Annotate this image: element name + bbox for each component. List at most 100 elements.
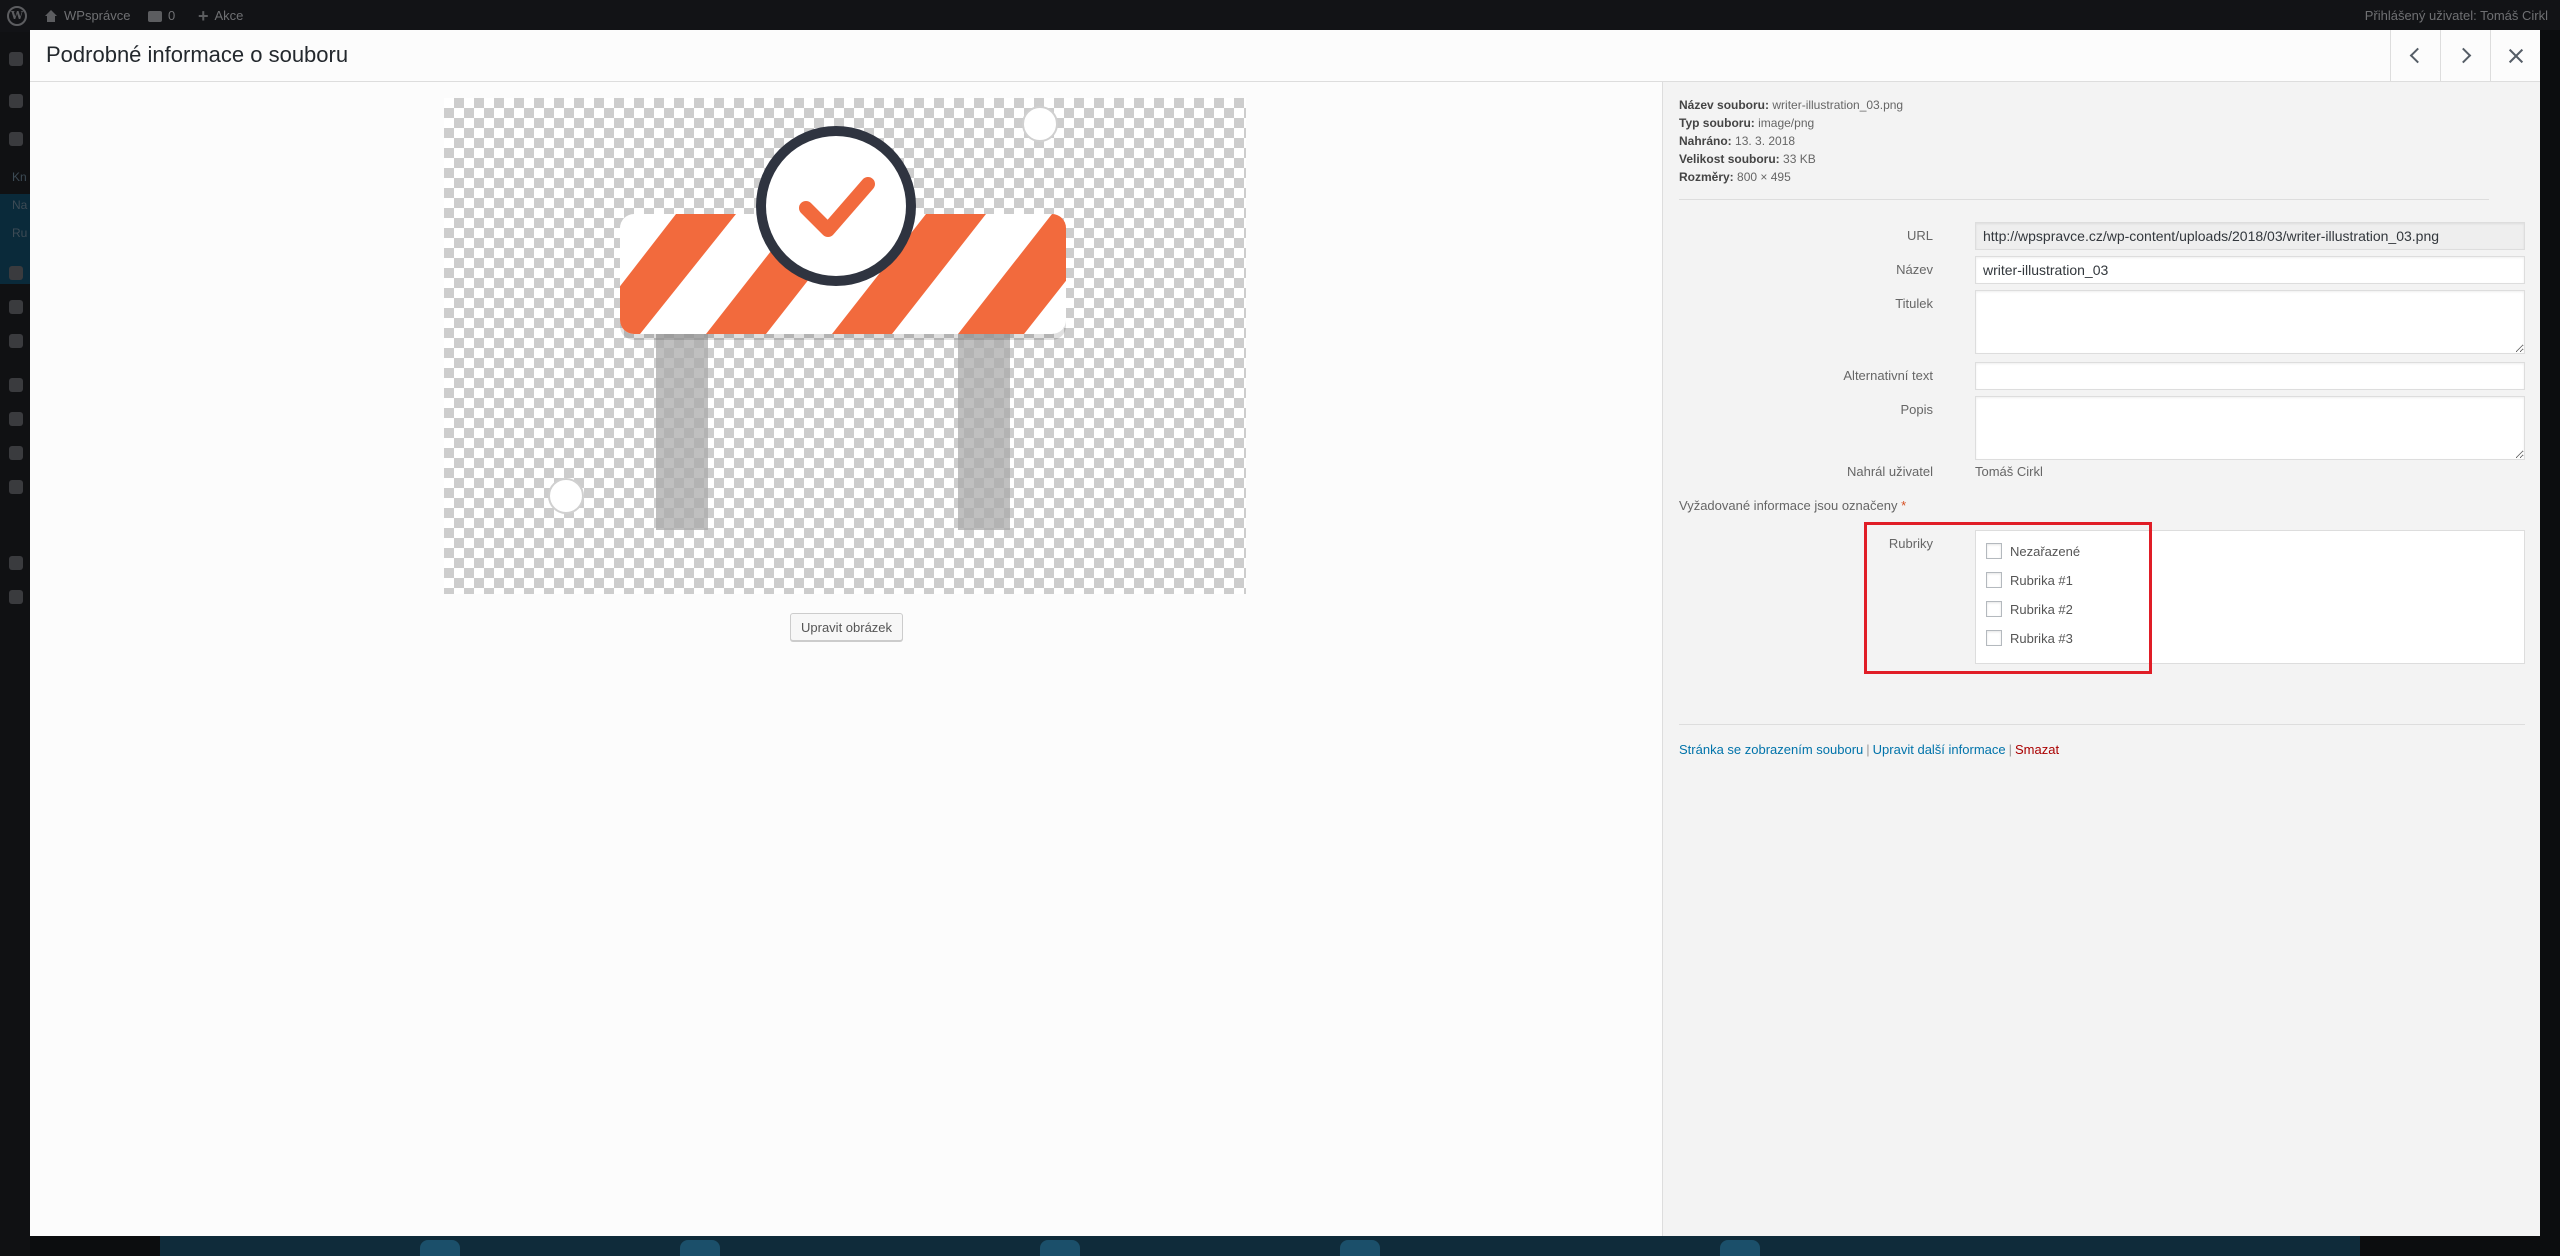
uploaded-date-value: 13. 3. 2018 — [1735, 134, 1796, 148]
url-label: URL — [1906, 228, 1933, 243]
site-name-link[interactable]: WPsprávce — [44, 0, 130, 32]
separator: | — [1866, 742, 1870, 757]
pages-icon[interactable] — [9, 266, 23, 280]
uploaded-by-value: Tomáš Cirkl — [1975, 464, 2043, 479]
new-content-link[interactable]: + Akce — [198, 0, 243, 32]
file-details: Název souboru: writer-illustration_03.pn… — [1679, 96, 1903, 186]
required-star: * — [1901, 498, 1907, 513]
modal-header: Podrobné informace o souboru — [30, 30, 2540, 82]
caption-field[interactable] — [1975, 290, 2525, 354]
title-field[interactable] — [1975, 256, 2525, 284]
category-option[interactable]: Rubrika #1 — [1986, 572, 2073, 588]
users-icon[interactable] — [9, 412, 23, 426]
uploaded-date-row: Nahráno: 13. 3. 2018 — [1679, 132, 1903, 150]
divider — [1679, 724, 2525, 725]
uploaded-by-label: Nahrál uživatel — [1847, 464, 1933, 479]
admin-bar: W WPsprávce 0 + Akce Přihlášený uživatel… — [0, 0, 2560, 32]
media-icon[interactable] — [9, 132, 23, 146]
backdrop-edge — [2540, 30, 2560, 1236]
attachment-info-sidebar: Název souboru: writer-illustration_03.pn… — [1662, 82, 2540, 1236]
view-attachment-page-link[interactable]: Stránka se zobrazením souboru — [1679, 742, 1863, 757]
sidebar-subitem-label[interactable]: Ru — [12, 226, 27, 240]
image-preview — [444, 98, 1246, 594]
edit-more-details-link[interactable]: Upravit další informace — [1873, 742, 2006, 757]
filename-label: Název souboru: — [1679, 98, 1770, 112]
filename-row: Název souboru: writer-illustration_03.pn… — [1679, 96, 1903, 114]
wordpress-logo-icon[interactable]: W — [4, 0, 30, 32]
checkbox[interactable] — [1986, 630, 2002, 646]
checkbox[interactable] — [1986, 543, 2002, 559]
admin-sidebar: Kn Na Ru — [0, 32, 30, 1256]
road-barrier-illustration — [548, 106, 1066, 530]
dimensions-label: Rozměry: — [1679, 170, 1734, 184]
category-label: Rubrika #1 — [2010, 572, 2073, 588]
settings-icon[interactable] — [9, 480, 23, 494]
barrier-post-right — [958, 334, 1010, 530]
title-label: Název — [1896, 262, 1933, 277]
new-content-label: Akce — [214, 8, 244, 23]
chevron-left-icon — [2409, 47, 2426, 64]
categories-checklist: Nezařazené Rubrika #1 Rubrika #2 Rubrika… — [1975, 530, 2525, 664]
file-size-value: 33 KB — [1783, 152, 1816, 166]
close-modal-button[interactable] — [2490, 30, 2540, 81]
alt-text-field[interactable] — [1975, 362, 2525, 390]
checkbox[interactable] — [1986, 601, 2002, 617]
barrier-post-left — [656, 334, 708, 530]
caption-label: Titulek — [1895, 296, 1933, 311]
filename-value: writer-illustration_03.png — [1772, 98, 1904, 112]
category-option[interactable]: Rubrika #2 — [1986, 601, 2073, 617]
modal-title: Podrobné informace o souboru — [46, 42, 349, 67]
attachment-media-view: Upravit obrázek — [30, 82, 1662, 1236]
separator: | — [2008, 742, 2013, 757]
description-field[interactable] — [1975, 396, 2525, 460]
divider — [1679, 199, 2489, 200]
dimensions-value: 800 × 495 — [1737, 170, 1791, 184]
site-name-label: WPsprávce — [64, 8, 131, 23]
backdrop-media-grid — [160, 1236, 2360, 1256]
previous-media-button[interactable] — [2390, 30, 2440, 81]
file-type-value: image/png — [1758, 116, 1815, 130]
tools-icon[interactable] — [9, 446, 23, 460]
file-type-row: Typ souboru: image/png — [1679, 114, 1903, 132]
comments-link[interactable]: 0 — [148, 0, 175, 32]
file-size-row: Velikost souboru: 33 KB — [1679, 150, 1903, 168]
category-label: Nezařazené — [2010, 543, 2081, 559]
extra-plugin-icon[interactable] — [9, 556, 23, 570]
next-media-button[interactable] — [2440, 30, 2490, 81]
file-size-label: Velikost souboru: — [1679, 152, 1780, 166]
required-note-text: Vyžadované informace jsou označeny — [1679, 498, 1898, 513]
attachment-actions: Stránka se zobrazením souboru | Upravit da… — [1679, 742, 2059, 757]
file-type-label: Typ souboru: — [1679, 116, 1755, 130]
uploaded-date-label: Nahráno: — [1679, 134, 1732, 148]
comments-icon[interactable] — [9, 300, 23, 314]
sidebar-item-label[interactable]: Kn — [12, 170, 27, 184]
home-icon — [44, 10, 58, 22]
attachment-details-modal: Podrobné informace o souboru Upravit obr… — [30, 30, 2540, 1236]
plugins-icon[interactable] — [9, 378, 23, 392]
posts-icon[interactable] — [9, 94, 23, 108]
edit-image-button[interactable]: Upravit obrázek — [790, 613, 904, 641]
description-label: Popis — [1900, 402, 1933, 417]
chevron-right-icon — [2455, 47, 2472, 64]
appearance-icon[interactable] — [9, 334, 23, 348]
category-option[interactable]: Nezařazené — [1986, 543, 2080, 559]
required-fields-note: Vyžadované informace jsou označeny * — [1679, 498, 1906, 513]
comment-bubble-icon — [148, 10, 162, 22]
dimensions-row: Rozměry: 800 × 495 — [1679, 168, 1903, 186]
collapse-menu-icon[interactable] — [9, 590, 23, 604]
categories-label: Rubriky — [1888, 536, 1933, 551]
sidebar-subitem-label[interactable]: Na — [12, 198, 27, 212]
checkbox[interactable] — [1986, 572, 2002, 588]
dashboard-icon[interactable] — [9, 52, 23, 66]
close-icon — [2508, 48, 2524, 64]
category-label: Rubrika #3 — [2010, 630, 2073, 646]
plus-icon: + — [198, 6, 209, 26]
comments-count: 0 — [168, 8, 176, 23]
url-field[interactable] — [1975, 222, 2525, 250]
alt-text-label: Alternativní text — [1843, 368, 1933, 383]
category-label: Rubrika #2 — [2010, 601, 2073, 617]
category-option[interactable]: Rubrika #3 — [1986, 630, 2073, 646]
delete-permanently-link[interactable]: Smazat — [2015, 742, 2059, 757]
user-greeting: Přihlášený uživatel: Tomáš Cirkl — [2364, 8, 2548, 23]
user-account-link[interactable]: Přihlášený uživatel: Tomáš Cirkl — [2365, 0, 2548, 32]
